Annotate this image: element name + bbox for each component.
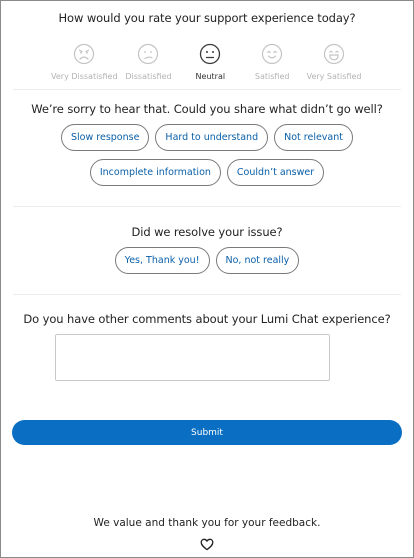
rating-label: Neutral: [195, 72, 226, 81]
heart-icon[interactable]: [200, 538, 214, 551]
rating-very-dissatisfied[interactable]: Very Dissatisfied: [51, 43, 118, 81]
option-slow-response[interactable]: Slow response: [61, 124, 150, 151]
issue-options-row: Slow response Hard to understand Not rel…: [1, 124, 413, 151]
rating-label: Very Satisfied: [306, 72, 362, 81]
very-dissatisfied-face-icon: [74, 43, 95, 65]
very-satisfied-face-icon: [323, 43, 345, 65]
neutral-face-icon: [200, 43, 221, 65]
section-divider: [13, 206, 401, 207]
satisfied-face-icon: [262, 43, 283, 65]
rating-satisfied[interactable]: Satisfied: [241, 43, 303, 81]
dissatisfied-face-icon: [138, 43, 159, 65]
option-couldnt-answer[interactable]: Couldn’t answer: [226, 159, 325, 186]
option-incomplete-information[interactable]: Incomplete information: [89, 159, 221, 186]
option-yes-thank-you[interactable]: Yes, Thank you!: [114, 247, 210, 274]
option-not-relevant[interactable]: Not relevant: [274, 124, 353, 151]
comments-textarea[interactable]: [55, 334, 330, 381]
submit-button[interactable]: Submit: [12, 420, 402, 445]
rating-question: How would you rate your support experien…: [58, 11, 356, 25]
section-divider: [13, 89, 401, 90]
option-hard-to-understand[interactable]: Hard to understand: [155, 124, 269, 151]
section-divider: [13, 294, 401, 295]
rating-scale: Very Dissatisfied Dissatisfied Neutral S…: [51, 43, 365, 81]
resolve-question: Did we resolve your issue?: [131, 225, 283, 239]
resolve-options-row: Yes, Thank you! No, not really: [1, 247, 413, 274]
issue-question: We’re sorry to hear that. Could you shar…: [31, 102, 383, 116]
rating-very-satisfied[interactable]: Very Satisfied: [303, 43, 365, 81]
rating-label: Satisfied: [254, 72, 290, 81]
rating-dissatisfied[interactable]: Dissatisfied: [118, 43, 180, 81]
thanks-message: We value and thank you for your feedback…: [93, 517, 321, 529]
rating-neutral[interactable]: Neutral: [179, 43, 241, 81]
issue-options-row: Incomplete information Couldn’t answer: [1, 159, 413, 186]
option-no-not-really[interactable]: No, not really: [215, 247, 300, 274]
rating-label: Very Dissatisfied: [51, 72, 118, 81]
feedback-panel: How would you rate your support experien…: [0, 0, 414, 558]
rating-label: Dissatisfied: [125, 72, 172, 81]
comments-question: Do you have other comments about your Lu…: [23, 312, 391, 326]
